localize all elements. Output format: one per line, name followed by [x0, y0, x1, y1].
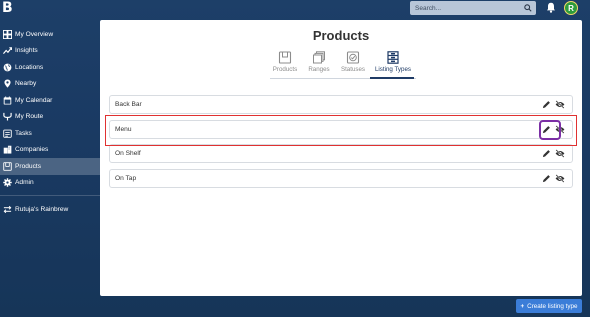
tab-products[interactable]: Products — [270, 51, 300, 78]
sidebar-item-companies[interactable]: Companies — [0, 142, 100, 159]
sidebar-item-label: My Route — [15, 113, 44, 121]
products-panel: Products Products Ranges Statuses Listin… — [100, 20, 582, 296]
tab-label: Listing Types — [374, 66, 411, 73]
sidebar-nav: My Overview Insights Locations Nearby My… — [0, 26, 100, 218]
hide-eye-icon[interactable] — [555, 100, 565, 109]
search-input[interactable] — [410, 1, 516, 15]
sidebar-item-nearby[interactable]: Nearby — [0, 76, 100, 93]
sidebar-item-label: My Overview — [15, 30, 54, 38]
map-pin-icon — [4, 79, 11, 88]
sidebar-item-insights[interactable]: Insights — [0, 43, 100, 60]
overview-icon — [3, 29, 12, 39]
switch-account-icon — [3, 205, 12, 213]
sidebar-item-label: Nearby — [15, 80, 37, 88]
search-icon[interactable] — [524, 4, 532, 12]
tab-ranges[interactable]: Ranges — [304, 51, 334, 78]
create-button-label: Create listing type — [527, 302, 578, 310]
tab-statuses[interactable]: Statuses — [338, 51, 368, 78]
sidebar-item-my-route[interactable]: My Route — [0, 109, 100, 126]
tasks-icon — [3, 129, 12, 138]
hide-eye-icon[interactable] — [555, 174, 565, 183]
companies-icon — [3, 145, 12, 154]
search-box[interactable] — [410, 1, 536, 15]
sidebar-item-label: Companies — [15, 146, 49, 154]
globe-icon — [3, 63, 12, 72]
sidebar-item-label: Locations — [15, 63, 44, 71]
sidebar-item-my-overview[interactable]: My Overview — [0, 26, 100, 43]
ranges-icon — [313, 51, 325, 64]
calendar-icon — [3, 96, 12, 105]
edit-pencil-icon[interactable] — [542, 149, 551, 158]
tab-label: Ranges — [308, 66, 330, 73]
page-title: Products — [312, 28, 370, 43]
user-avatar[interactable]: R — [564, 1, 578, 15]
hide-eye-icon[interactable] — [555, 149, 565, 158]
listing-type-name: On Tap — [115, 175, 137, 182]
sidebar-divider — [0, 195, 100, 196]
tab-listing-types[interactable]: Listing Types — [372, 51, 414, 78]
products-icon — [3, 162, 12, 171]
top-bar: B R — [0, 0, 590, 18]
row-highlight-annotation — [105, 115, 577, 146]
sidebar-item-tasks[interactable]: Tasks — [0, 125, 100, 142]
active-tab-indicator — [370, 77, 414, 79]
edit-pencil-icon[interactable] — [542, 100, 551, 109]
app-logo[interactable]: B — [2, 1, 14, 16]
list-item: Back Bar — [109, 95, 573, 114]
sidebar-item-products[interactable]: Products — [0, 158, 100, 175]
account-name: Rutuja's Rainbrew — [15, 205, 69, 213]
create-listing-type-button[interactable]: + Create listing type — [516, 299, 582, 313]
list-item: On Shelf — [109, 144, 573, 163]
sidebar-item-label: My Calendar — [15, 96, 53, 104]
listing-types-icon — [387, 51, 399, 64]
sidebar-item-admin[interactable]: Admin — [0, 175, 100, 192]
account-switcher[interactable]: Rutuja's Rainbrew — [0, 201, 100, 218]
insights-icon — [3, 47, 12, 55]
listing-type-name: Back Bar — [115, 101, 142, 108]
sidebar-item-label: Tasks — [15, 129, 32, 137]
statuses-icon — [346, 51, 360, 64]
tab-label: Products — [272, 66, 298, 73]
notifications-bell-icon[interactable] — [546, 2, 556, 13]
sidebar-item-locations[interactable]: Locations — [0, 59, 100, 76]
plus-icon: + — [520, 302, 525, 310]
edit-button-highlight-annotation — [539, 120, 561, 140]
sidebar-item-label: Products — [15, 162, 42, 170]
sidebar-item-label: Admin — [15, 179, 34, 187]
tab-label: Statuses — [340, 66, 366, 73]
route-icon — [3, 113, 12, 121]
listing-type-name: On Shelf — [115, 150, 141, 157]
sidebar-item-my-calendar[interactable]: My Calendar — [0, 92, 100, 109]
product-box-icon — [278, 51, 292, 64]
sidebar-item-label: Insights — [15, 47, 38, 55]
gear-icon — [3, 178, 12, 187]
list-item: On Tap — [109, 169, 573, 188]
edit-pencil-icon[interactable] — [542, 174, 551, 183]
products-tabs: Products Ranges Statuses Listing Types — [270, 51, 414, 78]
